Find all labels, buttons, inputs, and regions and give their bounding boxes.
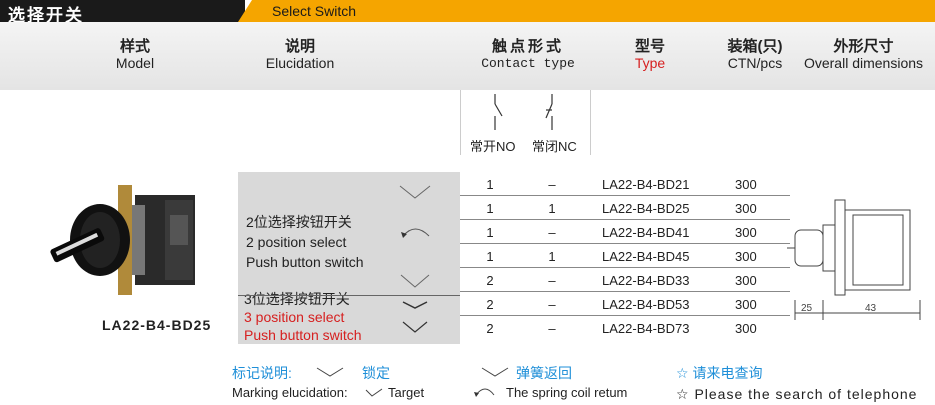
nc-contact-icon [545,94,553,130]
row-divider [460,315,790,316]
row-cell-type: LA22-B4-BD73 [602,321,690,336]
row-cell-type: LA22-B4-BD33 [602,273,690,288]
row-cell-type: LA22-B4-BD21 [602,177,690,192]
row-cell-ctn: 300 [735,177,757,192]
contact-symbols [494,94,553,130]
spring-return-icon [474,388,495,397]
title-bar: 选择开关 Select Switch [0,0,935,25]
row-cell-nc: 1 [548,249,556,264]
table-row: 2 – LA22-B4-BD73 300 [460,316,790,340]
marking-symbols [399,185,431,333]
row-cell-ctn: 300 [735,273,757,288]
row-cell-nc: – [548,177,556,192]
header-dimensions: 外形尺寸 Overall dimensions [803,38,924,71]
no-contact-icon [494,94,503,130]
lock-icon [402,301,428,309]
lock-icon [402,321,428,333]
row-cell-no: 1 [486,201,494,216]
table-row: 1 1 LA22-B4-BD45 300 [460,244,790,268]
row-divider [460,267,790,268]
no-label: 常开NO [470,139,516,154]
row-divider [460,195,790,196]
lock-icon [365,388,383,397]
row-cell-no: 2 [486,297,494,312]
divider [590,90,591,155]
table-row: 2 – LA22-B4-BD53 300 [460,292,790,316]
row-cell-type: LA22-B4-BD41 [602,225,690,240]
lock-icon [316,367,344,377]
spring-cn: 弹簧返回 [516,365,572,381]
row-cell-type: LA22-B4-BD25 [602,201,690,216]
divider [460,90,461,155]
table-row: 1 – LA22-B4-BD41 300 [460,220,790,244]
row-cell-nc: – [548,225,556,240]
row-cell-nc: – [548,273,556,288]
marking-cn: 标记说明: [232,365,292,381]
spring-en: The spring coil retum [506,385,628,400]
row-cell-no: 2 [486,273,494,288]
selector-switch-image [50,185,195,295]
row-cell-no: 1 [486,249,494,264]
inquire-en: ☆ Please the search of telephone [676,386,918,402]
title-en: Select Switch [272,3,357,19]
row-cell-nc: – [548,321,556,336]
row-divider [460,219,790,220]
row-cell-nc: – [548,297,556,312]
inquire-cn: ☆ 请来电查询 [676,365,763,381]
header-model: 样式 Model [115,38,155,71]
row-cell-nc: 1 [548,201,556,216]
dimension-43: 43 [865,303,877,314]
row-cell-ctn: 300 [735,297,757,312]
header-contact-type: 触点形式 Contact type [481,38,575,71]
lock-icon [400,274,430,288]
description-group-3pos: 3位选择按钮开关 3 position select Push button s… [244,291,362,343]
table-row: 2 – LA22-B4-BD33 300 [460,268,790,292]
marking-en: Marking elucidation: [232,385,348,400]
row-cell-ctn: 300 [735,321,757,336]
product-model-label: LA22-B4-BD25 [102,317,212,333]
header-type: 型号 Type [634,38,666,71]
table-header: 样式 Model 说明 Elucidation 触点形式 Contact type 型… [0,22,935,90]
dimension-25: 25 [801,303,813,314]
description-group-2pos: 2位选择按钮开关 2 position select Push button s… [246,214,364,270]
row-divider [460,243,790,244]
dimension-drawing: 25 43 [787,199,921,320]
row-cell-ctn: 300 [735,249,757,264]
row-cell-ctn: 300 [735,225,757,240]
row-cell-ctn: 300 [735,201,757,216]
spring-return-icon [402,228,430,237]
lock-icon [399,185,431,199]
table-row: 1 1 LA22-B4-BD25 300 [460,196,790,220]
nc-label: 常闭NC [532,139,577,154]
row-cell-type: LA22-B4-BD45 [602,249,690,264]
header-elucidation: 说明 Elucidation [265,38,335,71]
lock-icon [481,367,509,377]
lock-cn: 锁定 [362,365,390,381]
row-cell-no: 2 [486,321,494,336]
table-row: 1 – LA22-B4-BD21 300 [460,172,790,196]
row-cell-no: 1 [486,225,494,240]
header-ctn: 装箱(只) CTN/pcs [727,38,783,71]
target-en: Target [388,385,425,400]
row-cell-no: 1 [486,177,494,192]
row-divider [460,291,790,292]
row-cell-type: LA22-B4-BD53 [602,297,690,312]
